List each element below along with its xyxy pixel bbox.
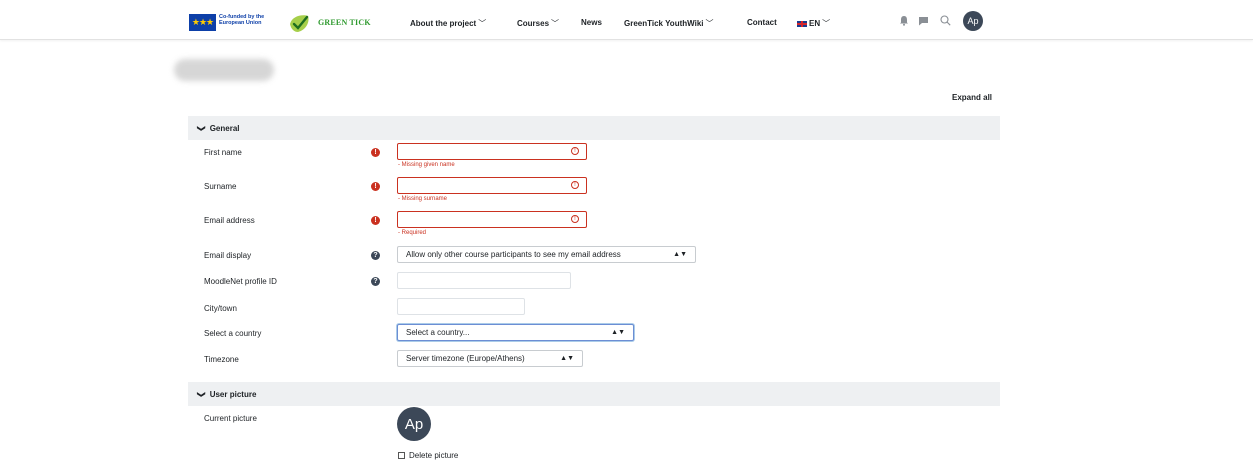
first-name-field[interactable]: ! — [397, 143, 587, 160]
brand-name[interactable]: GREEN TICK — [318, 18, 371, 27]
timezone-select[interactable]: Server timezone (Europe/Athens) ▲▼ — [397, 350, 583, 367]
nav-contact[interactable]: Contact — [747, 18, 777, 27]
email-label: Email address — [204, 216, 255, 225]
section-title: User picture — [209, 389, 257, 399]
required-icon: ! — [371, 182, 380, 191]
country-label: Select a country — [204, 329, 262, 338]
help-icon[interactable]: ? — [371, 277, 380, 286]
surname-error: - Missing surname — [398, 196, 448, 202]
chevron-down-icon: ﹀ — [551, 19, 560, 28]
email-field[interactable]: ! — [397, 211, 587, 228]
search-icon[interactable] — [940, 15, 951, 26]
current-picture-label: Current picture — [204, 414, 257, 423]
city-label: City/town — [204, 304, 237, 313]
nav-youthwiki[interactable]: GreenTick YouthWiki ﹀ — [624, 18, 714, 29]
timezone-label: Timezone — [204, 355, 239, 364]
section-general[interactable]: ❯ General — [188, 116, 1000, 140]
required-icon: ! — [371, 148, 380, 157]
select-arrows-icon: ▲▼ — [673, 251, 687, 258]
help-icon[interactable]: ? — [371, 251, 380, 260]
nav-courses[interactable]: Courses ﹀ — [517, 18, 559, 29]
delete-picture-checkbox[interactable] — [398, 452, 405, 459]
error-icon: ! — [571, 215, 579, 223]
chevron-down-icon: ❯ — [196, 390, 206, 398]
top-navbar: ★★★ Co-funded by the European Union GREE… — [0, 0, 1253, 40]
page-title-redacted — [174, 59, 274, 81]
chevron-down-icon: ﹀ — [822, 19, 831, 28]
surname-label: Surname — [204, 182, 237, 191]
expand-all-link[interactable]: Expand all — [952, 93, 992, 102]
nav-about-project[interactable]: About the project ﹀ — [410, 18, 486, 29]
email-display-select[interactable]: Allow only other course participants to … — [397, 246, 696, 263]
nav-news[interactable]: News — [581, 18, 602, 27]
chat-icon[interactable] — [918, 16, 929, 26]
user-avatar[interactable]: Ap — [963, 11, 983, 31]
first-name-error: - Missing given name — [398, 162, 455, 168]
moodlenet-field[interactable] — [397, 272, 571, 289]
first-name-label: First name — [204, 148, 242, 157]
nav-language[interactable]: EN ﹀ — [797, 18, 830, 29]
country-select[interactable]: Select a country... ▲▼ — [397, 324, 634, 341]
chevron-down-icon: ﹀ — [478, 19, 487, 28]
uk-flag-icon — [797, 20, 807, 27]
bell-icon[interactable] — [899, 15, 909, 26]
city-field[interactable] — [397, 298, 525, 315]
email-error: - Required — [398, 230, 427, 236]
chevron-down-icon: ❯ — [196, 124, 206, 132]
chevron-down-icon: ﹀ — [705, 19, 714, 28]
eu-cofunded-text: Co-funded by the European Union — [219, 14, 265, 26]
moodlenet-label: MoodleNet profile ID — [204, 277, 277, 286]
error-icon: ! — [571, 147, 579, 155]
current-picture-avatar: Ap — [397, 407, 431, 441]
required-icon: ! — [371, 216, 380, 225]
eu-flag-icon: ★★★ — [189, 14, 216, 31]
delete-picture-label[interactable]: Delete picture — [409, 451, 458, 460]
section-user-picture[interactable]: ❯ User picture — [188, 382, 1000, 406]
section-title: General — [209, 123, 240, 133]
error-icon: ! — [571, 181, 579, 189]
email-display-label: Email display — [204, 251, 252, 260]
select-arrows-icon: ▲▼ — [611, 329, 625, 336]
surname-field[interactable]: ! — [397, 177, 587, 194]
green-tick-logo-icon[interactable] — [288, 12, 312, 34]
select-arrows-icon: ▲▼ — [560, 355, 574, 362]
